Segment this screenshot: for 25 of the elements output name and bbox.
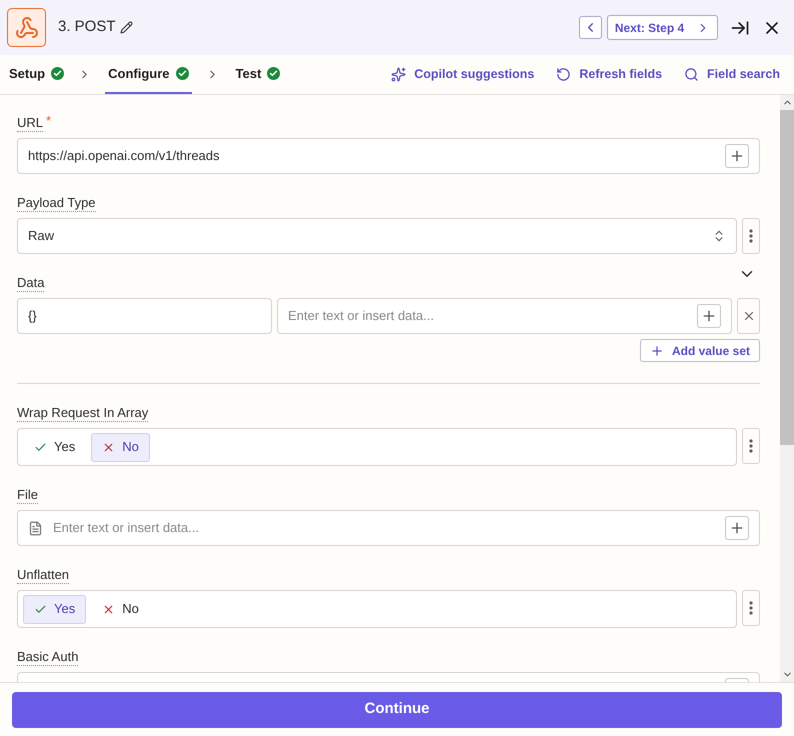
toggle-option[interactable]: No xyxy=(91,594,150,624)
add-value-set-button[interactable]: Add value set xyxy=(640,339,760,362)
field-label: Wrap Request In Array xyxy=(17,405,148,422)
field-label: Basic Auth xyxy=(17,649,78,666)
field-label: Payload Type xyxy=(17,195,96,212)
field-label: File xyxy=(17,487,38,504)
toolbar-link[interactable]: Field search xyxy=(684,55,780,94)
step-tab[interactable]: Test xyxy=(232,55,284,94)
key-field[interactable]: {} xyxy=(17,298,272,334)
required-mark: * xyxy=(46,115,52,127)
toolbar-link[interactable]: Refresh fields xyxy=(556,55,662,94)
toolbar-link[interactable]: Copilot suggestions xyxy=(391,55,534,94)
step-tab[interactable]: Configure xyxy=(105,55,192,94)
toggle-option[interactable]: No xyxy=(91,432,150,462)
next-step-button[interactable]: Next: Step 4 xyxy=(607,15,718,40)
select-field[interactable]: Raw xyxy=(17,218,737,254)
continue-button[interactable]: Continue xyxy=(12,692,782,728)
text-field[interactable]: https://api.openai.com/v1/threads xyxy=(17,138,760,174)
field-label: Data xyxy=(17,275,44,292)
toggle-option[interactable]: Yes xyxy=(23,594,86,624)
step-tab[interactable]: Setup xyxy=(9,55,64,94)
toggle-option[interactable]: Yes xyxy=(23,432,86,462)
field-label: Unflatten xyxy=(17,567,70,584)
field-label: URL xyxy=(17,115,44,132)
step-title: 3. POST xyxy=(58,17,116,38)
